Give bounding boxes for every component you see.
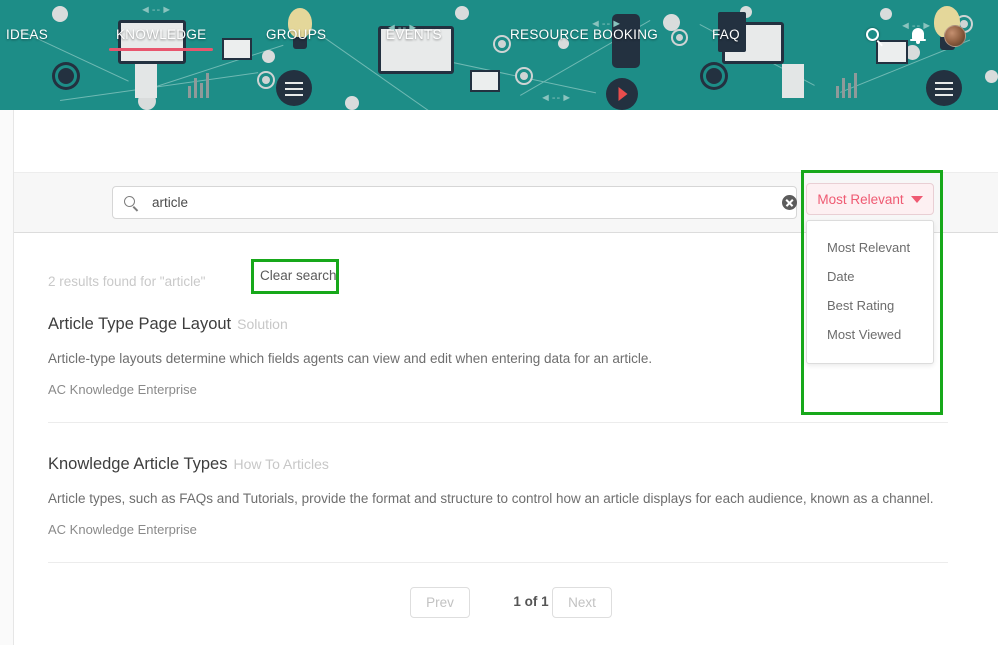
result-badge: Solution bbox=[237, 316, 288, 332]
gear-icon bbox=[520, 72, 528, 80]
main-navigation: IDEAS KNOWLEDGE GROUPS EVENTS RESOURCE B… bbox=[0, 0, 998, 60]
result-item[interactable]: Knowledge Article Types How To Articles A… bbox=[48, 455, 948, 537]
nav-item-groups[interactable]: GROUPS bbox=[266, 27, 326, 42]
clear-search-link[interactable]: Clear search bbox=[260, 268, 337, 283]
bar-chart-icon bbox=[836, 72, 862, 98]
sort-option-most-viewed[interactable]: Most Viewed bbox=[807, 320, 933, 349]
document-icon bbox=[135, 64, 157, 98]
decor-line bbox=[60, 72, 259, 101]
gear-icon bbox=[706, 68, 722, 84]
clear-search-icon[interactable] bbox=[782, 195, 797, 210]
pagination-next-button[interactable]: Next bbox=[552, 587, 612, 618]
action-strip: Create Article bbox=[0, 110, 998, 263]
result-description: Article types, such as FAQs and Tutorial… bbox=[48, 491, 934, 506]
results-count-text: 2 results found for "article" bbox=[48, 274, 206, 289]
search-field-wrapper[interactable] bbox=[112, 186, 870, 219]
result-divider bbox=[48, 422, 948, 423]
search-icon bbox=[124, 196, 135, 207]
search-input[interactable] bbox=[150, 187, 870, 218]
nav-item-ideas[interactable]: IDEAS bbox=[6, 27, 48, 42]
result-title[interactable]: Article Type Page Layout bbox=[48, 315, 231, 333]
nav-item-faq[interactable]: FAQ bbox=[712, 27, 740, 42]
nav-item-knowledge[interactable]: KNOWLEDGE bbox=[108, 27, 214, 51]
sort-dropdown-menu: Most Relevant Date Best Rating Most View… bbox=[806, 220, 934, 364]
chevron-down-icon bbox=[910, 195, 923, 203]
nav-item-resource-booking[interactable]: RESOURCE BOOKING bbox=[510, 27, 658, 42]
decor-dot bbox=[345, 96, 359, 110]
envelope-icon bbox=[470, 70, 500, 92]
pagination-prev-button[interactable]: Prev bbox=[410, 587, 470, 618]
sort-dropdown-selected-label: Most Relevant bbox=[817, 191, 904, 207]
decor-dot bbox=[138, 92, 156, 110]
gear-icon bbox=[58, 68, 74, 84]
result-source: AC Knowledge Enterprise bbox=[48, 382, 197, 398]
chat-icon bbox=[276, 70, 312, 106]
decor-dot bbox=[985, 70, 998, 83]
search-icon[interactable] bbox=[866, 28, 886, 48]
result-badge: How To Articles bbox=[233, 456, 329, 472]
document-icon bbox=[782, 64, 804, 98]
left-rail bbox=[0, 110, 14, 645]
bell-icon[interactable] bbox=[910, 28, 928, 46]
bar-chart-icon bbox=[188, 72, 214, 98]
decor-dot bbox=[612, 96, 624, 108]
sort-dropdown-button[interactable]: Most Relevant bbox=[806, 183, 934, 215]
decor-line bbox=[419, 55, 597, 94]
nav-item-events[interactable]: EVENTS bbox=[386, 27, 442, 42]
sort-option-date[interactable]: Date bbox=[807, 262, 933, 291]
page-root: ◄--► ◄--► ◄--► ◄--► ◄--► IDEAS KNOWLEDGE… bbox=[0, 0, 998, 645]
result-source: AC Knowledge Enterprise bbox=[48, 522, 197, 538]
result-title[interactable]: Knowledge Article Types bbox=[48, 455, 227, 473]
result-divider bbox=[48, 562, 948, 563]
site-banner: ◄--► ◄--► ◄--► ◄--► ◄--► IDEAS KNOWLEDGE… bbox=[0, 0, 998, 110]
gear-icon bbox=[262, 76, 270, 84]
play-icon bbox=[606, 78, 638, 110]
sort-dropdown: Most Relevant Most Relevant Date Best Ra… bbox=[806, 183, 938, 364]
sort-option-most-relevant[interactable]: Most Relevant bbox=[807, 233, 933, 262]
arrow-icon: ◄--► bbox=[540, 92, 574, 104]
pagination: Prev 1 of 1 Next bbox=[48, 573, 948, 633]
result-title-line: Knowledge Article Types How To Articles bbox=[48, 455, 948, 474]
chat-icon bbox=[926, 70, 962, 106]
avatar[interactable] bbox=[944, 25, 966, 47]
sort-option-best-rating[interactable]: Best Rating bbox=[807, 291, 933, 320]
